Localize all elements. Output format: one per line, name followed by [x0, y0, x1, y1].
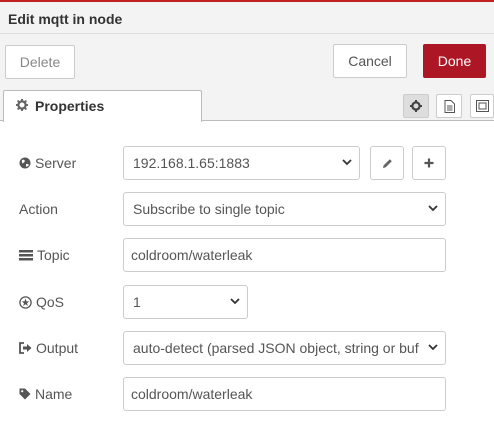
- delete-button[interactable]: Delete: [5, 45, 75, 79]
- chevron-down-icon: [428, 344, 438, 351]
- pencil-icon: [382, 158, 392, 168]
- name-label: Name: [19, 386, 72, 402]
- topic-row: Topic coldroom/waterleak: [0, 238, 494, 274]
- server-row: Server 192.168.1.65:1883: [0, 146, 494, 182]
- qos-row: QoS 1: [0, 285, 494, 321]
- tab-properties[interactable]: Properties: [3, 90, 202, 122]
- sign-out-icon: [19, 342, 32, 354]
- tasks-icon: [19, 249, 33, 260]
- add-server-button[interactable]: [412, 146, 446, 180]
- qos-icon: [19, 295, 32, 309]
- action-row: Action Subscribe to single topic: [0, 192, 494, 228]
- properties-form: Server 192.168.1.65:1883 Action Subscrib…: [0, 122, 494, 422]
- tab-properties-label: Properties: [35, 98, 105, 114]
- dialog-toolbar: Delete Cancel Done: [0, 34, 494, 90]
- tag-icon: [19, 388, 31, 400]
- dialog-title: Edit mqtt in node: [8, 11, 123, 27]
- appearance-tab-button[interactable]: [470, 94, 494, 118]
- topic-input[interactable]: coldroom/waterleak: [123, 238, 446, 272]
- edit-server-button[interactable]: [370, 146, 404, 180]
- cancel-button[interactable]: Cancel: [333, 44, 407, 78]
- server-label: Server: [19, 155, 76, 171]
- gear-icon: [16, 99, 28, 111]
- server-select[interactable]: 192.168.1.65:1883: [123, 146, 360, 180]
- title-bar: Edit mqtt in node: [0, 2, 494, 34]
- frame-icon: [475, 100, 489, 112]
- action-label: Action: [19, 201, 58, 217]
- name-input[interactable]: coldroom/waterleak: [123, 377, 446, 411]
- output-row: Output auto-detect (parsed JSON object, …: [0, 331, 494, 367]
- gear-icon: [410, 100, 422, 112]
- properties-tab-button[interactable]: [403, 94, 429, 118]
- output-select[interactable]: auto-detect (parsed JSON object, string …: [123, 331, 446, 365]
- plus-icon: [424, 158, 434, 168]
- name-row: Name coldroom/waterleak: [0, 377, 494, 413]
- globe-icon: [19, 157, 31, 169]
- output-label: Output: [19, 340, 78, 356]
- topic-label: Topic: [19, 247, 70, 263]
- qos-label: QoS: [19, 294, 64, 310]
- chevron-down-icon: [428, 205, 438, 212]
- done-button[interactable]: Done: [423, 44, 486, 78]
- chevron-down-icon: [230, 298, 240, 305]
- tab-bar: Properties: [0, 90, 494, 122]
- qos-select[interactable]: 1: [123, 285, 248, 319]
- file-icon: [444, 99, 455, 113]
- description-tab-button[interactable]: [436, 94, 462, 118]
- chevron-down-icon: [342, 159, 352, 166]
- action-select[interactable]: Subscribe to single topic: [123, 192, 446, 226]
